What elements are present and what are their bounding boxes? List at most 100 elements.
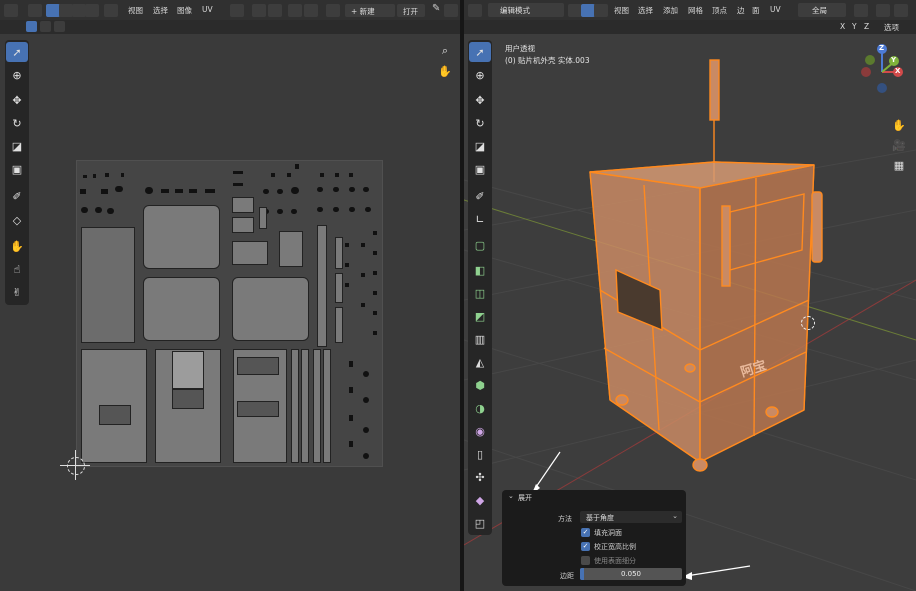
uv-island-small (80, 189, 86, 194)
uv-island (81, 227, 135, 343)
operator-panel-header[interactable]: ⌄ 展开 (502, 490, 686, 504)
margin-slider[interactable]: 0.050 (580, 568, 682, 580)
uv-island-small (287, 173, 291, 177)
open-image-button[interactable]: 打开 (397, 4, 425, 17)
uv-island (323, 349, 331, 463)
uv-island-small (107, 208, 114, 214)
uv-island-small (295, 164, 299, 169)
uv-island-small (93, 174, 96, 178)
use-subsurf-checkbox[interactable] (581, 556, 590, 565)
uv-island (313, 349, 321, 463)
zoom-icon[interactable]: ⌕ (436, 42, 454, 60)
fill-holes-label: 填充洞面 (594, 529, 622, 537)
collapse-chevron-icon[interactable]: ⌄ (508, 492, 514, 500)
rip-tool-icon[interactable]: ◇ (6, 210, 28, 230)
vertex-select-icon[interactable] (46, 4, 60, 17)
uv-canvas[interactable] (76, 160, 383, 467)
uv-island-small (145, 187, 153, 194)
uv-island-small (277, 189, 283, 194)
uv-island-small (363, 397, 369, 403)
operator-panel: ⌄ 展开 方法 基于角度 ⌄ ✓ 填充洞面 ✓ 校正宽高比例 使用表面细分 边距… (502, 490, 686, 586)
uv-menu-image[interactable]: 图像 (177, 5, 192, 16)
uv-island-small (291, 187, 299, 194)
relax-tool-icon[interactable]: ☝ (6, 259, 28, 279)
snap-icon[interactable] (252, 4, 266, 17)
uv-island-small (363, 427, 369, 433)
uv-select-mode-icon[interactable] (26, 21, 37, 32)
transform-tool-icon[interactable]: ▣ (6, 159, 28, 179)
uv-island (291, 349, 299, 463)
select-tool-icon[interactable]: ➚ (6, 42, 28, 62)
uv-island-small (233, 183, 243, 186)
uv-menu-uv[interactable]: UV (202, 5, 213, 14)
uv-island-small (349, 441, 353, 447)
uv-island (143, 205, 220, 269)
sync-selection-icon[interactable] (28, 4, 42, 17)
uv-island (172, 351, 204, 389)
uv-menu-select[interactable]: 选择 (153, 5, 168, 16)
fill-holes-checkbox[interactable]: ✓ (581, 528, 590, 537)
pan-hand-icon[interactable]: ✋ (436, 62, 454, 80)
editor-type-icon[interactable] (4, 4, 18, 17)
margin-label: 边距 (560, 572, 574, 580)
image-browse-icon[interactable] (326, 4, 340, 17)
uv-island-small (361, 273, 365, 277)
uv-island (99, 405, 131, 425)
uv-island-small (205, 189, 215, 193)
uv-editor: 视图 选择 图像 UV + 新建 打开 ✎ ➚ ⊕ ✥ ↻ ◪ ▣ ✐ ◇ ✋ … (0, 0, 460, 591)
viewport-3d[interactable]: 编辑模式 视图 选择 添加 网格 顶点 边 面 UV 全局 X Y Z 选项 用… (464, 0, 916, 591)
island-select-icon[interactable] (85, 4, 99, 17)
method-value: 基于角度 (586, 514, 614, 522)
uv-island-small (373, 251, 377, 255)
uv-island-small (115, 186, 123, 192)
uv-island (232, 217, 254, 233)
uv-island (335, 237, 343, 269)
uv-editor-header: 视图 选择 图像 UV + 新建 打开 ✎ (0, 0, 460, 20)
uv-select-extend-icon[interactable] (40, 21, 51, 32)
uv-island-small (333, 187, 339, 192)
uv-island-small (121, 173, 124, 177)
sticky-mode-icon[interactable] (104, 4, 118, 17)
uv-island-small (349, 361, 353, 367)
correct-aspect-checkbox[interactable]: ✓ (581, 542, 590, 551)
uv-island (237, 357, 279, 375)
falloff-icon[interactable] (304, 4, 318, 17)
edge-select-icon[interactable] (59, 4, 73, 17)
uv-island (232, 241, 268, 265)
uv-island-small (335, 173, 339, 177)
editor-options-icon[interactable] (444, 4, 458, 17)
margin-value: 0.050 (620, 570, 642, 578)
annotate-tool-icon[interactable]: ✐ (6, 186, 28, 206)
uv-island-small (271, 173, 275, 177)
uv-cursor-crosshair (75, 450, 76, 480)
scale-tool-icon[interactable]: ◪ (6, 136, 28, 156)
dropdown-chevron-icon: ⌄ (672, 512, 678, 520)
method-label: 方法 (558, 515, 572, 523)
use-subsurf-label: 使用表面细分 (594, 557, 636, 565)
uv-island-small (363, 453, 369, 459)
rotate-tool-icon[interactable]: ↻ (6, 113, 28, 133)
pin-icon[interactable]: ✎ (432, 3, 440, 14)
grab-tool-icon[interactable]: ✋ (6, 236, 28, 256)
new-image-button[interactable]: + 新建 (345, 4, 395, 17)
uv-island (335, 307, 343, 343)
uv-island-small (361, 243, 365, 247)
uv-menu-view[interactable]: 视图 (128, 5, 143, 16)
pinch-tool-icon[interactable]: ✌ (6, 282, 28, 302)
uv-2d-cursor[interactable] (67, 457, 85, 475)
face-select-icon[interactable] (72, 4, 86, 17)
uv-island (259, 207, 267, 229)
open-image-label: 打开 (403, 7, 418, 16)
uv-island-small (233, 171, 243, 174)
move-tool-icon[interactable]: ✥ (6, 90, 28, 110)
operator-title: 展开 (518, 494, 532, 502)
proportional-edit-icon[interactable] (288, 4, 302, 17)
uv-island-small (333, 207, 339, 212)
cursor-tool-icon[interactable]: ⊕ (6, 65, 28, 85)
method-dropdown[interactable]: 基于角度 ⌄ (580, 511, 682, 523)
snap-target-icon[interactable] (268, 4, 282, 17)
pivot-icon[interactable] (230, 4, 244, 17)
uv-select-subtract-icon[interactable] (54, 21, 65, 32)
uv-island (237, 401, 279, 417)
uv-island-small (175, 189, 183, 193)
